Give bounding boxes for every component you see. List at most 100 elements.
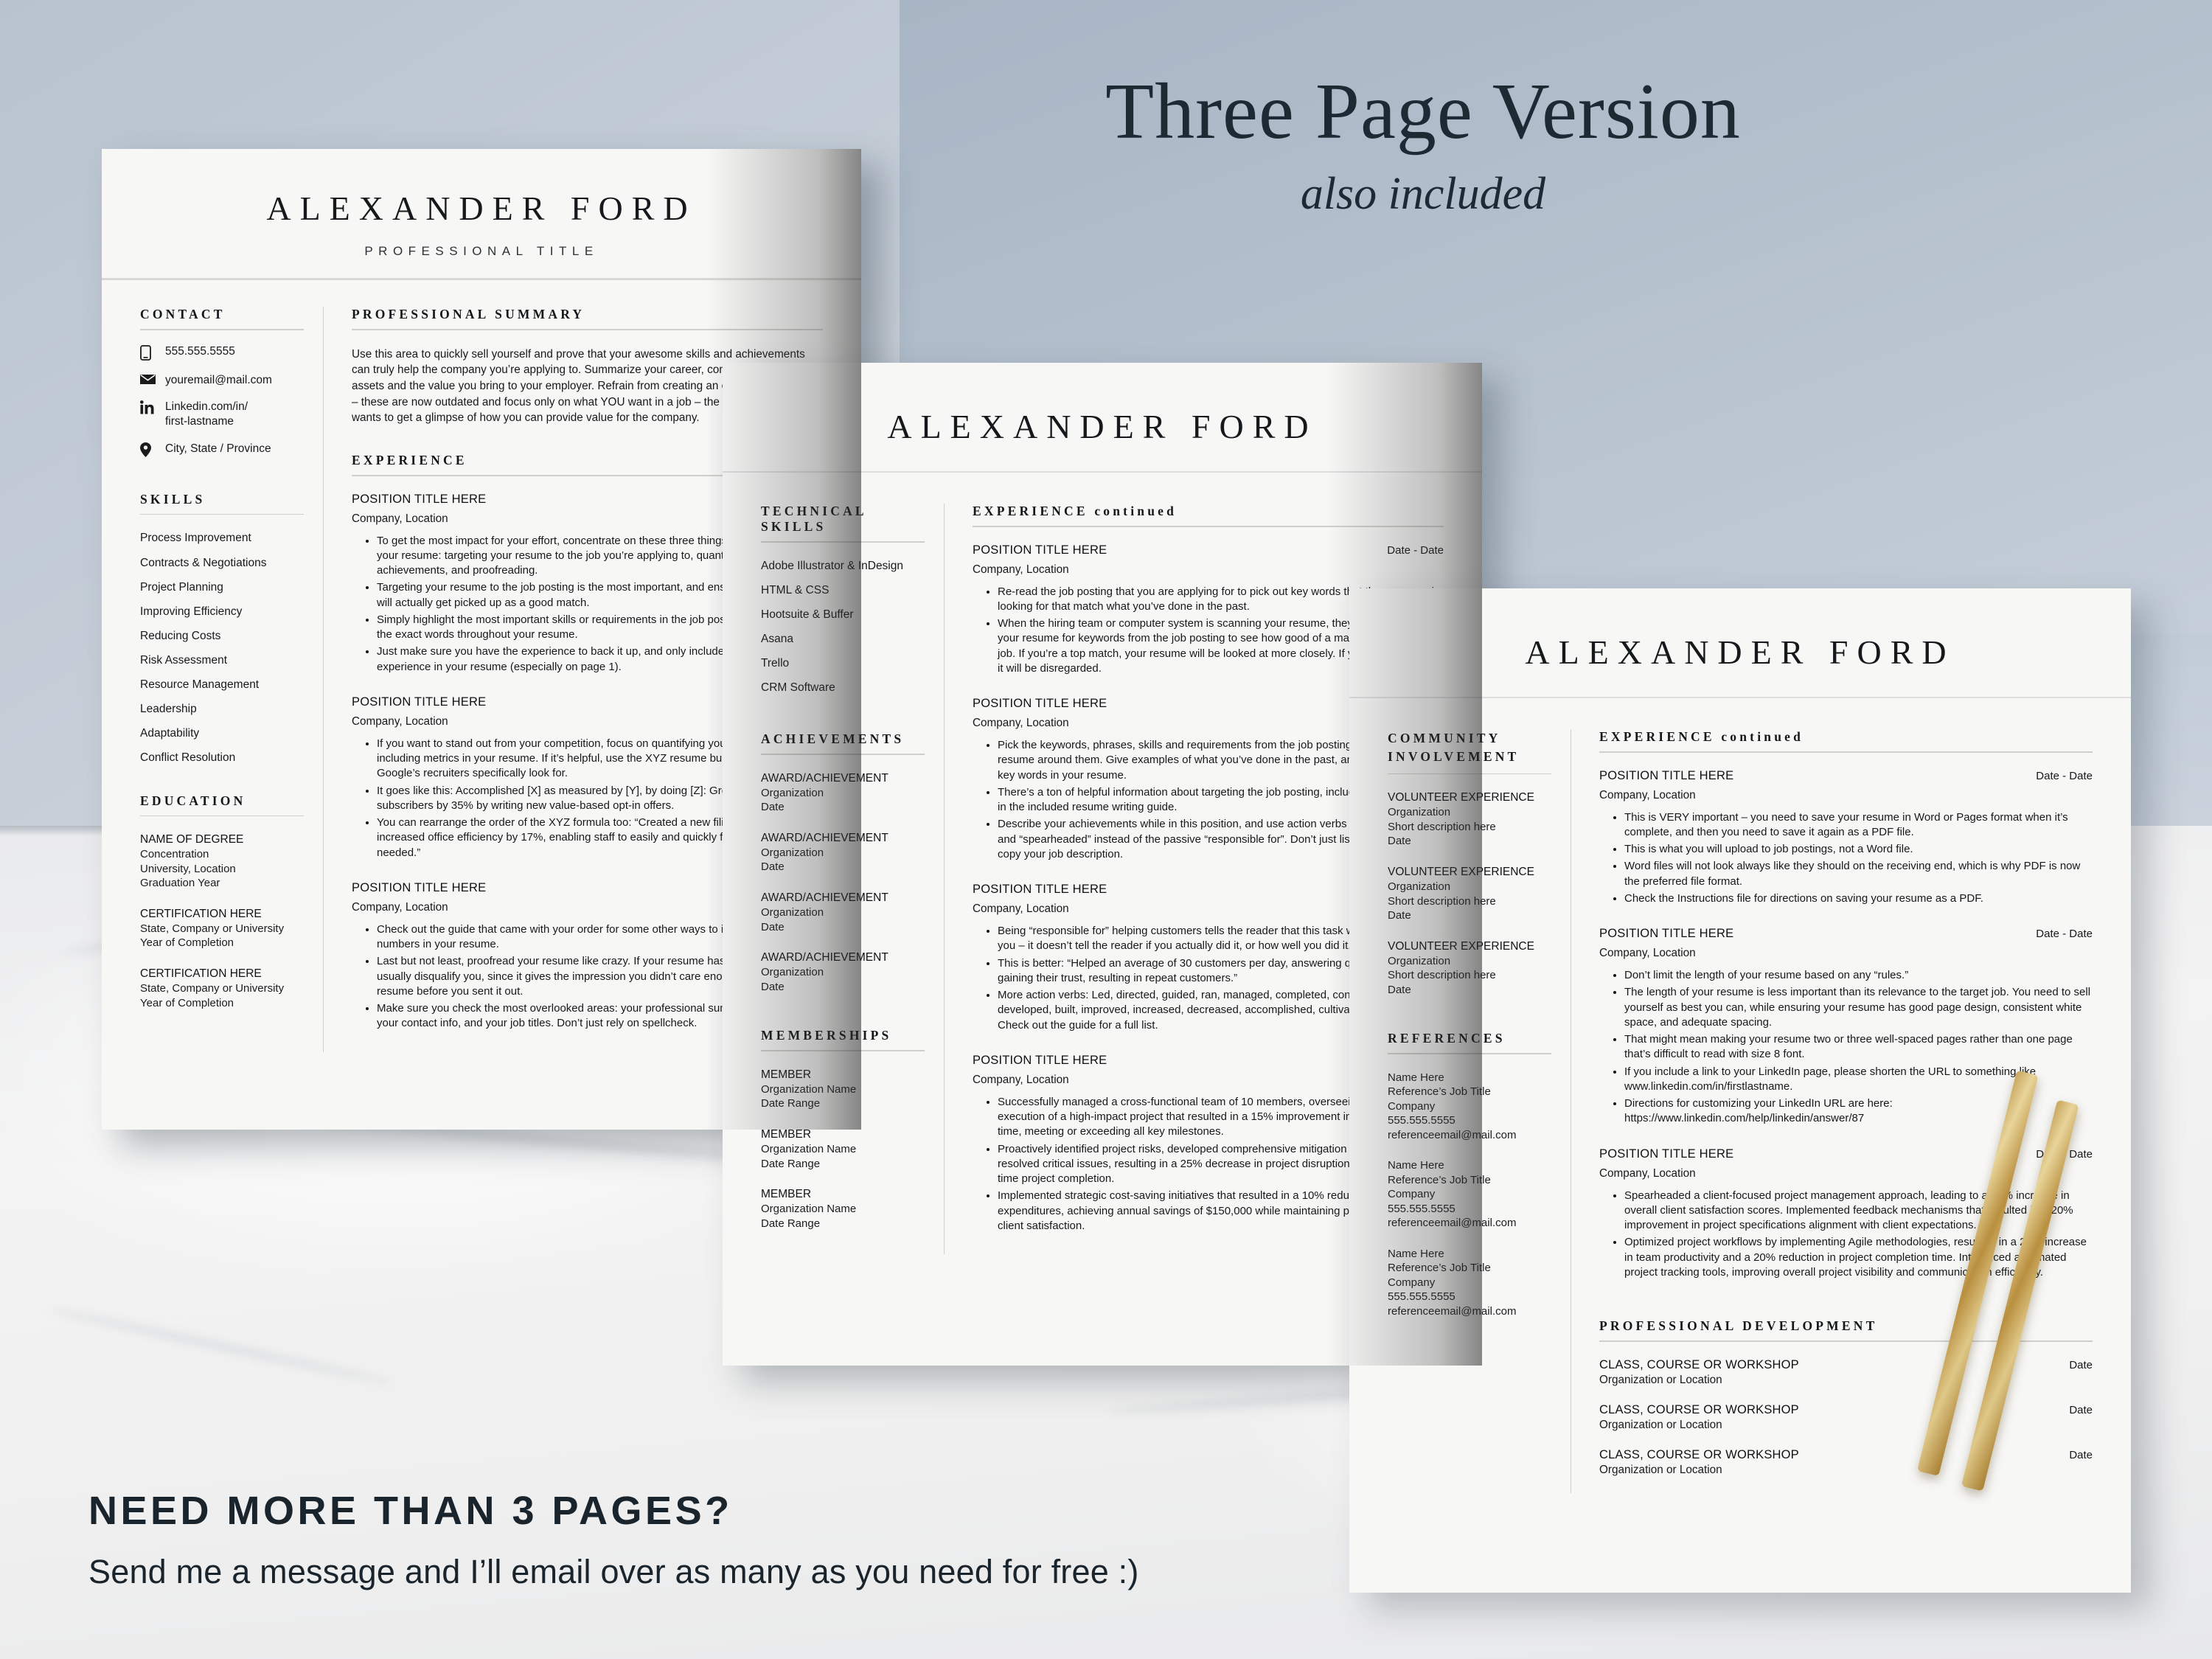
education-line: University, Location: [140, 862, 236, 875]
volunteer-line: Short description here: [1388, 969, 1496, 982]
reference-entry: Name Here Reference’s Job Title Company …: [1388, 1247, 1551, 1319]
contact-row-linkedin[interactable]: Linkedin.com/in/first-lastname: [140, 400, 304, 429]
headline-subtitle: also included: [1300, 169, 1546, 220]
promo-block: NEED MORE THAN 3 PAGES? Send me a messag…: [88, 1488, 1139, 1591]
section-rule: [140, 513, 304, 515]
contact-email-value: youremail@mail.com: [165, 373, 272, 386]
technical-skill-item: Adobe Illustrator & InDesign: [761, 559, 903, 572]
resume-professional-title: PROFESSIONAL TITLE: [364, 244, 599, 258]
bullet-item: The length of your resume is less import…: [1624, 985, 2093, 1030]
volunteer-line: Short description here: [1388, 894, 1496, 908]
experience-position-row: POSITION TITLE HERE Date - Date: [1599, 927, 2093, 941]
experience-position-title: POSITION TITLE HERE: [1599, 927, 1734, 940]
volunteer-title: VOLUNTEER EXPERIENCE: [1388, 865, 1534, 878]
contact-row-email[interactable]: youremail@mail.com: [140, 373, 304, 388]
section-heading-technical-skills: TECHNICAL SKILLS: [761, 504, 866, 534]
experience-position-title: POSITION TITLE HERE: [352, 880, 487, 894]
reference-line: Reference’s Job Title: [1388, 1173, 1491, 1186]
envelope-icon: [140, 373, 165, 385]
volunteer-title: VOLUNTEER EXPERIENCE: [1388, 791, 1534, 804]
volunteer-line: Organization: [1388, 880, 1451, 894]
experience-position-row: POSITION TITLE HERE Date - Date: [973, 543, 1444, 557]
achievement-line: Organization: [761, 966, 824, 979]
reference-line: referenceemail@mail.com: [1388, 1128, 1517, 1141]
linkedin-icon: [140, 400, 165, 414]
phone-icon: [140, 344, 165, 361]
education-title: CERTIFICATION HERE: [140, 967, 262, 980]
resume-name: ALEXANDER FORD: [887, 408, 1318, 445]
reference-entry: Name Here Reference’s Job Title Company …: [1388, 1158, 1551, 1231]
page1-header: ALEXANDER FORD PROFESSIONAL TITLE: [102, 149, 861, 278]
skill-item: Risk Assessment: [140, 654, 228, 667]
technical-skill-item: Asana: [761, 632, 793, 645]
development-row: CLASS, COURSE OR WORKSHOP Date: [1599, 1403, 2093, 1417]
volunteer-line: Date: [1388, 983, 1411, 996]
section-rule: [761, 1050, 925, 1051]
section-heading-professional-summary: PROFESSIONAL SUMMARY: [352, 307, 585, 321]
resume-name: ALEXANDER FORD: [266, 189, 697, 227]
section-heading-education: EDUCATION: [140, 793, 246, 808]
promo-question: NEED MORE THAN 3 PAGES?: [88, 1489, 733, 1533]
headline-title: Three Page Version: [1105, 68, 1741, 156]
development-entry: CLASS, COURSE OR WORKSHOP Date Organizat…: [1599, 1403, 2093, 1432]
development-sub: Organization or Location: [1599, 1463, 1722, 1476]
bullet-item: This is what you will upload to job post…: [1624, 842, 2093, 857]
membership-entry: MEMBER Organization Name Date Range: [761, 1187, 925, 1231]
reference-name: Name Here: [1388, 1159, 1444, 1172]
experience-bullets: This is VERY important – you need to sav…: [1599, 810, 2093, 907]
volunteer-title: VOLUNTEER EXPERIENCE: [1388, 939, 1534, 953]
skill-item: Improving Efficiency: [140, 605, 243, 618]
education-line: State, Company or University: [140, 982, 285, 995]
development-sub: Organization or Location: [1599, 1373, 1722, 1386]
education-title: CERTIFICATION HERE: [140, 907, 262, 920]
membership-line: Organization Name: [761, 1203, 857, 1216]
contact-row-phone[interactable]: 555.555.5555: [140, 344, 304, 361]
membership-line: Organization Name: [761, 1082, 857, 1096]
achievement-entry: AWARD/ACHIEVEMENT Organization Date: [761, 950, 925, 994]
reference-name: Name Here: [1388, 1247, 1444, 1260]
experience-position-title: POSITION TITLE HERE: [352, 492, 487, 506]
membership-title: MEMBER: [761, 1127, 812, 1141]
contact-location-value: City, State / Province: [165, 442, 271, 455]
volunteer-entry: VOLUNTEER EXPERIENCE Organization Short …: [1388, 865, 1551, 923]
bullet-item: That might mean making your resume two o…: [1624, 1032, 2093, 1062]
achievement-title: AWARD/ACHIEVEMENT: [761, 951, 888, 964]
development-date: Date: [2069, 1358, 2093, 1371]
page2-header: ALEXANDER FORD: [723, 363, 1482, 471]
membership-line: Date Range: [761, 1097, 821, 1110]
skill-item: Project Planning: [140, 580, 223, 594]
skill-item: Resource Management: [140, 678, 260, 692]
experience-position-title: POSITION TITLE HERE: [973, 1053, 1107, 1067]
achievement-title: AWARD/ACHIEVEMENT: [761, 771, 888, 785]
membership-title: MEMBER: [761, 1068, 812, 1081]
education-title: NAME OF DEGREE: [140, 833, 244, 846]
reference-line: Company: [1388, 1188, 1436, 1201]
section-heading-contact: CONTACT: [140, 307, 226, 321]
experience-company: Company, Location: [1599, 1166, 1696, 1180]
membership-line: Date Range: [761, 1157, 821, 1170]
page1-sidebar: CONTACT 555.555.5555 youremail@mail.com …: [140, 307, 323, 1052]
development-sub: Organization or Location: [1599, 1418, 1722, 1431]
section-rule: [140, 329, 304, 330]
contact-phone-value: 555.555.5555: [165, 344, 235, 358]
bullet-item: Spearheaded a client-focused project man…: [1624, 1189, 2093, 1234]
achievement-entry: AWARD/ACHIEVEMENT Organization Date: [761, 891, 925, 934]
section-rule: [973, 526, 1444, 527]
development-date: Date: [2069, 1448, 2093, 1461]
bullet-item: Word files will not look always like the…: [1624, 859, 2093, 889]
experience-date: Date - Date: [1387, 543, 1444, 557]
volunteer-line: Short description here: [1388, 820, 1496, 833]
section-rule: [761, 541, 925, 543]
experience-position-title: POSITION TITLE HERE: [352, 695, 487, 709]
membership-title: MEMBER: [761, 1188, 812, 1200]
technical-skill-item: Trello: [761, 656, 790, 669]
contact-row-location[interactable]: City, State / Province: [140, 442, 304, 457]
skill-item: Contracts & Negotiations: [140, 556, 267, 569]
experience-position-title: POSITION TITLE HERE: [1599, 1147, 1734, 1161]
reference-line: 555.555.5555: [1388, 1202, 1455, 1215]
membership-line: Organization Name: [761, 1143, 857, 1155]
skill-item: Reducing Costs: [140, 629, 221, 642]
reference-line: referenceemail@mail.com: [1388, 1217, 1517, 1230]
development-title: CLASS, COURSE OR WORKSHOP: [1599, 1402, 1799, 1416]
skill-item: Adaptability: [140, 727, 200, 740]
